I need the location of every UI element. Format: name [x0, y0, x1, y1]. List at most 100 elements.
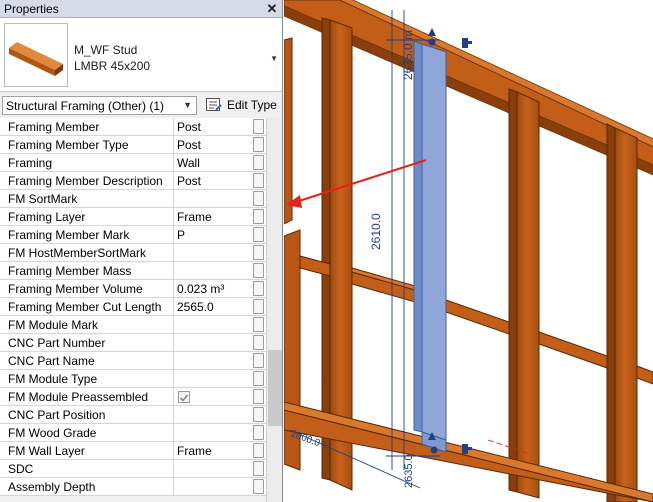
property-row[interactable]: FM HostMemberSortMark: [0, 244, 266, 262]
associate-parameter-button[interactable]: [253, 299, 264, 314]
column-divider: [173, 244, 174, 262]
property-name: Framing Member Mark: [8, 228, 130, 242]
associate-parameter-button[interactable]: [253, 317, 264, 332]
stud-2: [508, 88, 540, 499]
category-filter-label: Structural Framing (Other) (1): [6, 99, 165, 113]
property-row[interactable]: SDC: [0, 460, 266, 478]
dimension-bottom: 2635.0: [403, 454, 415, 488]
column-divider: [173, 478, 174, 496]
column-divider: [173, 154, 174, 172]
property-name: Framing Member Type: [8, 138, 129, 152]
property-row[interactable]: CNC Part Position: [0, 406, 266, 424]
column-divider: [173, 334, 174, 352]
property-row[interactable]: Framing Member Description Post: [0, 172, 266, 190]
annotation-arrow: [286, 159, 427, 208]
column-divider: [173, 298, 174, 316]
associate-parameter-button[interactable]: [253, 371, 264, 386]
associate-parameter-button[interactable]: [253, 209, 264, 224]
column-divider: [173, 442, 174, 460]
property-row[interactable]: CNC Part Name: [0, 352, 266, 370]
dimension-top: 2635.0 m: [401, 30, 415, 80]
associate-parameter-button[interactable]: [253, 479, 264, 494]
associate-parameter-button[interactable]: [253, 119, 264, 134]
column-divider: [173, 172, 174, 190]
property-row[interactable]: Framing Member Post: [0, 118, 266, 136]
property-value[interactable]: P: [177, 228, 251, 242]
property-value[interactable]: Post: [177, 120, 251, 134]
properties-panel: Properties ✕ M_WF Stud LMBR 45x200 ▼ Str…: [0, 0, 283, 502]
selected-stud: [413, 40, 447, 453]
nogging-rail: [299, 255, 653, 385]
column-divider: [173, 208, 174, 226]
property-name: FM Wall Layer: [8, 444, 85, 458]
chevron-down-icon: ▼: [183, 100, 192, 110]
filter-row: Structural Framing (Other) (1) ▼ Edit Ty…: [0, 94, 282, 117]
property-row[interactable]: Framing Wall: [0, 154, 266, 172]
property-value[interactable]: Frame: [177, 210, 251, 224]
property-value[interactable]: 0.023 m³: [177, 282, 251, 296]
type-selector[interactable]: M_WF Stud LMBR 45x200 ▼: [0, 18, 282, 92]
edit-type-button[interactable]: Edit Type: [203, 96, 279, 115]
column-divider: [173, 226, 174, 244]
column-divider: [173, 406, 174, 424]
column-divider: [173, 460, 174, 478]
properties-title-bar[interactable]: Properties ✕: [0, 0, 282, 18]
property-row[interactable]: Framing Member Mark P: [0, 226, 266, 244]
property-row[interactable]: FM Module Preassembled: [0, 388, 266, 406]
property-name: FM Module Type: [8, 372, 98, 386]
property-name: Framing: [8, 156, 53, 170]
column-divider: [173, 136, 174, 154]
associate-parameter-button[interactable]: [253, 227, 264, 242]
close-icon[interactable]: ✕: [265, 0, 279, 17]
property-name: Framing Member Description: [8, 174, 163, 188]
column-divider: [173, 352, 174, 370]
property-value[interactable]: Post: [177, 174, 251, 188]
property-row[interactable]: Framing Member Mass: [0, 262, 266, 280]
property-value[interactable]: Post: [177, 138, 251, 152]
property-value[interactable]: Wall: [177, 156, 251, 170]
type-dropdown-icon[interactable]: ▼: [270, 54, 278, 63]
associate-parameter-button[interactable]: [253, 407, 264, 422]
associate-parameter-button[interactable]: [253, 389, 264, 404]
property-row[interactable]: FM Module Mark: [0, 316, 266, 334]
associate-parameter-button[interactable]: [253, 173, 264, 188]
associate-parameter-button[interactable]: [253, 155, 264, 170]
associate-parameter-button[interactable]: [253, 137, 264, 152]
associate-parameter-button[interactable]: [253, 245, 264, 260]
property-row[interactable]: Framing Member Volume 0.023 m³: [0, 280, 266, 298]
property-row[interactable]: FM Wood Grade: [0, 424, 266, 442]
properties-title: Properties: [4, 2, 59, 16]
property-row[interactable]: FM SortMark: [0, 190, 266, 208]
property-name: FM SortMark: [8, 192, 78, 206]
property-row[interactable]: FM Module Type: [0, 370, 266, 388]
type-subname: LMBR 45x200: [74, 59, 151, 73]
3d-viewport[interactable]: 2635.0 m 2610.0 2635.0 2000.0: [284, 0, 653, 502]
property-row[interactable]: Framing Member Cut Length 2565.0: [0, 298, 266, 316]
property-name: SDC: [8, 462, 34, 476]
scrollbar-thumb[interactable]: [268, 350, 282, 426]
properties-scrollbar[interactable]: [266, 118, 282, 502]
property-value[interactable]: 2565.0: [177, 300, 251, 314]
property-name: Framing Member: [8, 120, 100, 134]
property-name: CNC Part Name: [8, 354, 95, 368]
property-value[interactable]: Frame: [177, 444, 251, 458]
property-row[interactable]: CNC Part Number: [0, 334, 266, 352]
property-name: FM Module Preassembled: [8, 390, 149, 404]
property-name: Assembly Depth: [8, 480, 96, 494]
associate-parameter-button[interactable]: [253, 353, 264, 368]
associate-parameter-button[interactable]: [253, 281, 264, 296]
associate-parameter-button[interactable]: [253, 461, 264, 476]
associate-parameter-button[interactable]: [253, 191, 264, 206]
associate-parameter-button[interactable]: [253, 335, 264, 350]
property-row[interactable]: Framing Member Type Post: [0, 136, 266, 154]
associate-parameter-button[interactable]: [253, 443, 264, 458]
associate-parameter-button[interactable]: [253, 425, 264, 440]
property-row[interactable]: Assembly Depth: [0, 478, 266, 496]
property-checkbox[interactable]: [178, 391, 190, 403]
property-row[interactable]: FM Wall Layer Frame: [0, 442, 266, 460]
property-row[interactable]: Framing Layer Frame: [0, 208, 266, 226]
stud-3: [606, 123, 638, 502]
property-name: FM Module Mark: [8, 318, 99, 332]
category-filter-select[interactable]: Structural Framing (Other) (1) ▼: [2, 96, 197, 115]
associate-parameter-button[interactable]: [253, 263, 264, 278]
